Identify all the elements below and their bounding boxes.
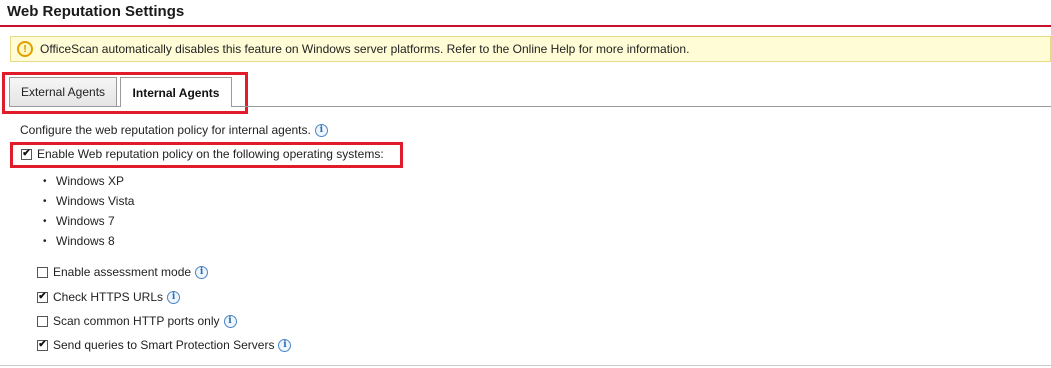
bottom-divider (0, 365, 1051, 366)
info-icon[interactable]: i (223, 314, 237, 328)
assessment-mode-checkbox[interactable] (37, 266, 48, 278)
list-item: • Windows Vista (43, 194, 135, 208)
check-https-checkbox[interactable]: ✔ (37, 291, 48, 303)
scan-http-ports-label: Scan common HTTP ports only (53, 314, 220, 328)
os-list: • Windows XP • Windows Vista • Windows 7 • W… (43, 171, 134, 251)
policy-description: Configure the web reputation policy for … (20, 123, 328, 137)
check-https-row: ✔ Check HTTPS URLs i (37, 290, 181, 304)
notice-text: OfficeScan automatically disables this f… (40, 42, 690, 56)
list-item: • Windows XP (43, 174, 125, 188)
tab-external-agents[interactable]: External Agents (9, 77, 117, 106)
notice-banner: ! OfficeScan automatically disables this… (10, 36, 1051, 62)
warning-icon: ! (17, 41, 33, 57)
enable-policy-checkbox[interactable]: ✔ (21, 148, 32, 160)
enable-policy-row: ✔ Enable Web reputation policy on the fo… (21, 147, 384, 161)
title-divider (0, 25, 1051, 27)
smart-protection-label: Send queries to Smart Protection Servers (53, 338, 275, 352)
page-title: Web Reputation Settings (7, 3, 185, 20)
assessment-mode-row: Enable assessment mode i (37, 265, 209, 279)
list-item: • Windows 7 (43, 214, 115, 228)
check-https-label: Check HTTPS URLs (53, 290, 164, 304)
info-icon[interactable]: i (167, 290, 181, 304)
info-icon[interactable]: i (314, 123, 328, 137)
smart-protection-checkbox[interactable]: ✔ (37, 339, 48, 351)
smart-protection-row: ✔ Send queries to Smart Protection Serve… (37, 338, 292, 352)
info-icon[interactable]: i (195, 265, 209, 279)
tab-internal-agents[interactable]: Internal Agents (120, 77, 232, 107)
enable-policy-label: Enable Web reputation policy on the foll… (37, 147, 384, 161)
info-icon[interactable]: i (278, 338, 292, 352)
scan-http-ports-row: Scan common HTTP ports only i (37, 314, 237, 328)
policy-description-text: Configure the web reputation policy for … (20, 123, 311, 137)
assessment-mode-label: Enable assessment mode (53, 265, 192, 279)
list-item: • Windows 8 (43, 234, 115, 248)
scan-http-ports-checkbox[interactable] (37, 315, 48, 327)
